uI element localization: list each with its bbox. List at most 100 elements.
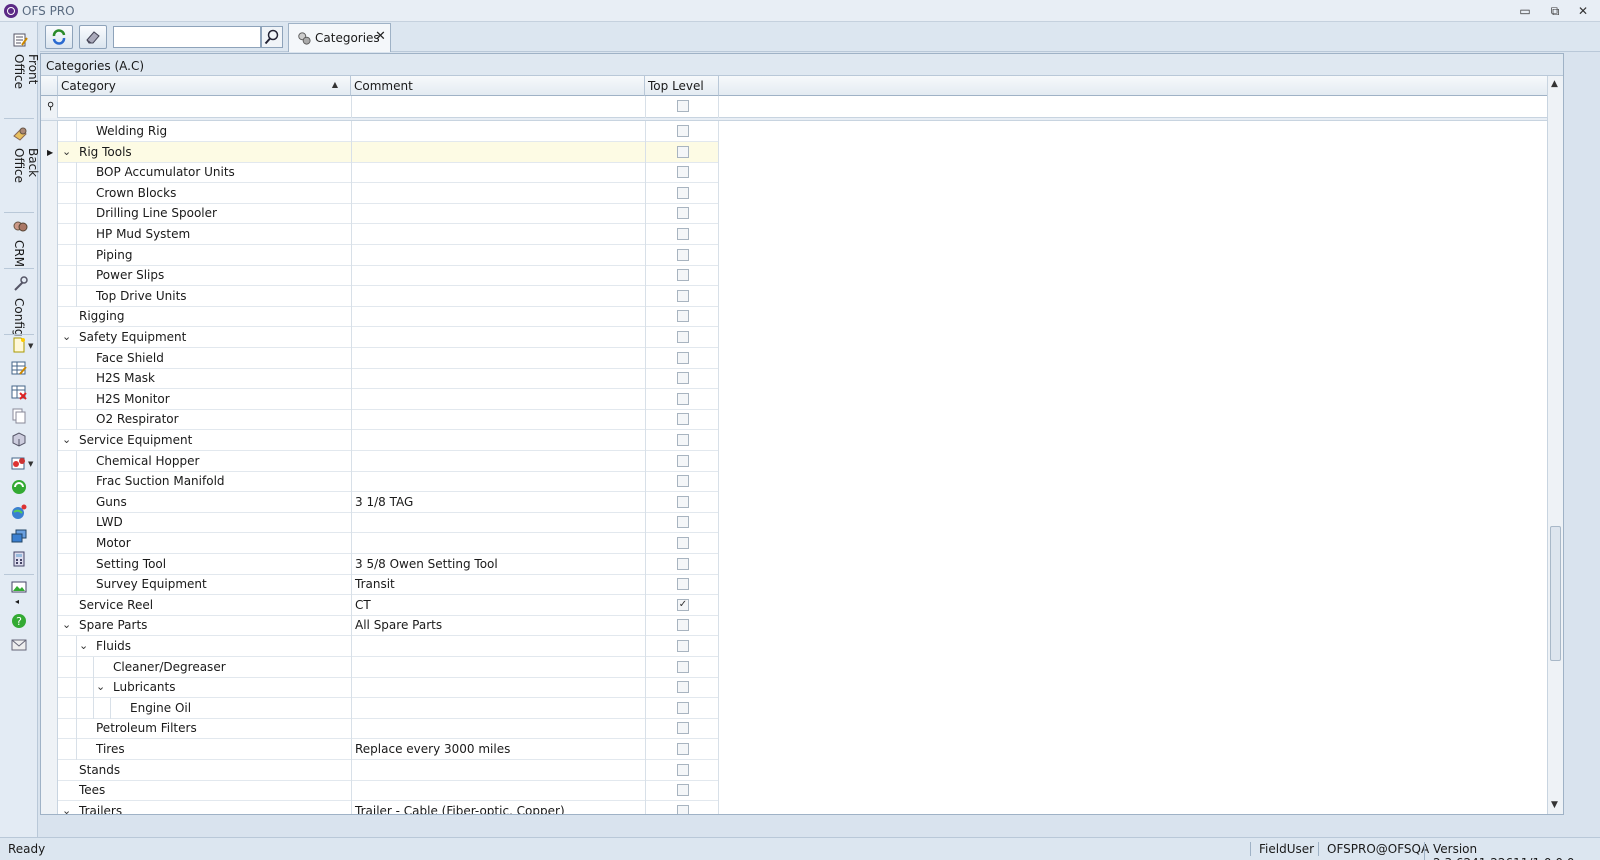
row-indicator[interactable] [41, 306, 58, 327]
globe-icon[interactable] [11, 504, 27, 520]
collapse-arrow-icon[interactable]: ◂ [15, 597, 31, 613]
table-row[interactable]: ⌄ Safety Equipment [41, 327, 719, 348]
top-level-checkbox[interactable]: ✓ [677, 599, 689, 611]
row-indicator[interactable] [41, 595, 58, 616]
row-indicator[interactable] [41, 574, 58, 595]
category-cell[interactable]: LWD [96, 515, 123, 529]
category-cell[interactable]: Tires [96, 742, 125, 756]
category-cell[interactable]: Spare Parts [79, 618, 147, 632]
comment-cell[interactable] [351, 265, 645, 286]
table-row[interactable]: Face Shield [41, 348, 719, 369]
category-cell[interactable]: Top Drive Units [96, 289, 187, 303]
mail-icon[interactable] [11, 637, 27, 653]
new-document-icon[interactable] [11, 337, 27, 353]
comment-cell[interactable] [351, 430, 645, 451]
row-indicator[interactable] [41, 492, 58, 513]
table-row[interactable]: Piping [41, 245, 719, 266]
table-row[interactable]: Stands [41, 760, 719, 781]
top-level-checkbox[interactable] [677, 496, 689, 508]
category-cell[interactable]: H2S Mask [96, 371, 155, 385]
table-row[interactable]: Power Slips [41, 265, 719, 286]
category-cell[interactable]: Motor [96, 536, 131, 550]
table-row[interactable]: O2 Respirator [41, 409, 719, 430]
nav-tab-config[interactable]: Config [0, 270, 38, 337]
table-row[interactable]: ⌄ Lubricants [41, 677, 719, 698]
row-indicator[interactable]: ▶ [41, 142, 58, 163]
comment-cell[interactable] [351, 533, 645, 554]
category-cell[interactable]: Engine Oil [130, 701, 191, 715]
top-level-checkbox[interactable] [677, 805, 689, 814]
comment-cell[interactable] [351, 760, 645, 781]
expand-collapse-icon[interactable]: ⌄ [62, 804, 71, 814]
expand-collapse-icon[interactable]: ⌄ [62, 433, 71, 446]
row-indicator[interactable] [41, 430, 58, 451]
top-level-checkbox[interactable] [677, 434, 689, 446]
row-indicator[interactable] [41, 451, 58, 472]
comment-cell[interactable]: All Spare Parts [351, 615, 645, 636]
table-row[interactable]: ⌄ Spare Parts All Spare Parts [41, 615, 719, 636]
delete-grid-icon[interactable] [11, 384, 27, 400]
category-cell[interactable]: Stands [79, 763, 120, 777]
restore-button[interactable]: ⧉ [1544, 2, 1566, 20]
package-icon[interactable] [11, 431, 27, 447]
windows-icon[interactable] [11, 528, 27, 544]
row-indicator[interactable] [41, 512, 58, 533]
comment-cell[interactable]: CT [351, 595, 645, 616]
close-tab-button[interactable]: ✕ [375, 29, 386, 44]
table-row[interactable]: Drilling Line Spooler [41, 203, 719, 224]
expand-collapse-icon[interactable]: ⌄ [62, 145, 71, 158]
category-cell[interactable]: H2S Monitor [96, 392, 170, 406]
category-cell[interactable]: HP Mud System [96, 227, 190, 241]
row-indicator[interactable] [41, 265, 58, 286]
comment-cell[interactable] [351, 471, 645, 492]
top-level-checkbox[interactable] [677, 743, 689, 755]
category-cell[interactable]: Welding Rig [96, 124, 167, 138]
comment-cell[interactable] [351, 698, 645, 719]
row-indicator[interactable] [41, 801, 58, 814]
comment-cell[interactable]: Trailer - Cable (Fiber-optic, Copper) [351, 801, 645, 814]
comment-cell[interactable] [351, 368, 645, 389]
row-indicator[interactable] [41, 636, 58, 657]
top-level-checkbox[interactable] [677, 393, 689, 405]
comment-cell[interactable] [351, 718, 645, 739]
category-cell[interactable]: Power Slips [96, 268, 164, 282]
table-row[interactable]: Guns 3 1/8 TAG [41, 492, 719, 513]
top-level-checkbox[interactable] [677, 249, 689, 261]
table-row[interactable]: ▶ ⌄ Rig Tools [41, 142, 719, 163]
comment-cell[interactable] [351, 677, 645, 698]
new-dropdown-icon[interactable]: ▼ [28, 342, 33, 350]
expand-collapse-icon[interactable]: ⌄ [79, 639, 88, 652]
comment-cell[interactable] [351, 306, 645, 327]
top-level-checkbox[interactable] [677, 310, 689, 322]
table-row[interactable]: HP Mud System [41, 224, 719, 245]
row-indicator[interactable] [41, 162, 58, 183]
column-header-category[interactable]: Category ▲ [58, 76, 351, 96]
row-indicator[interactable] [41, 389, 58, 410]
top-level-checkbox[interactable] [677, 475, 689, 487]
table-row[interactable]: ⌄ Service Equipment [41, 430, 719, 451]
expand-collapse-icon[interactable]: ⌄ [62, 330, 71, 343]
category-cell[interactable]: Safety Equipment [79, 330, 186, 344]
row-indicator[interactable] [41, 760, 58, 781]
comment-cell[interactable] [351, 348, 645, 369]
category-cell[interactable]: Frac Suction Manifold [96, 474, 225, 488]
report-icon[interactable] [11, 455, 27, 471]
help-icon[interactable]: ? [11, 613, 27, 629]
comment-cell[interactable] [351, 162, 645, 183]
scroll-up-arrow-icon[interactable]: ▲ [1551, 79, 1558, 89]
nav-tab-front-office[interactable]: Front Office [0, 26, 40, 118]
scroll-thumb[interactable] [1550, 526, 1561, 661]
category-cell[interactable]: Service Equipment [79, 433, 192, 447]
comment-cell[interactable]: Transit [351, 574, 645, 595]
category-cell[interactable]: BOP Accumulator Units [96, 165, 235, 179]
comment-cell[interactable] [351, 409, 645, 430]
row-indicator[interactable] [41, 368, 58, 389]
top-level-checkbox[interactable] [677, 681, 689, 693]
row-indicator[interactable] [41, 677, 58, 698]
table-row[interactable]: BOP Accumulator Units [41, 162, 719, 183]
search-input[interactable] [113, 26, 261, 48]
table-row[interactable]: Frac Suction Manifold [41, 471, 719, 492]
sync-icon[interactable] [11, 479, 27, 495]
top-level-checkbox[interactable] [677, 166, 689, 178]
search-button[interactable] [261, 26, 283, 48]
